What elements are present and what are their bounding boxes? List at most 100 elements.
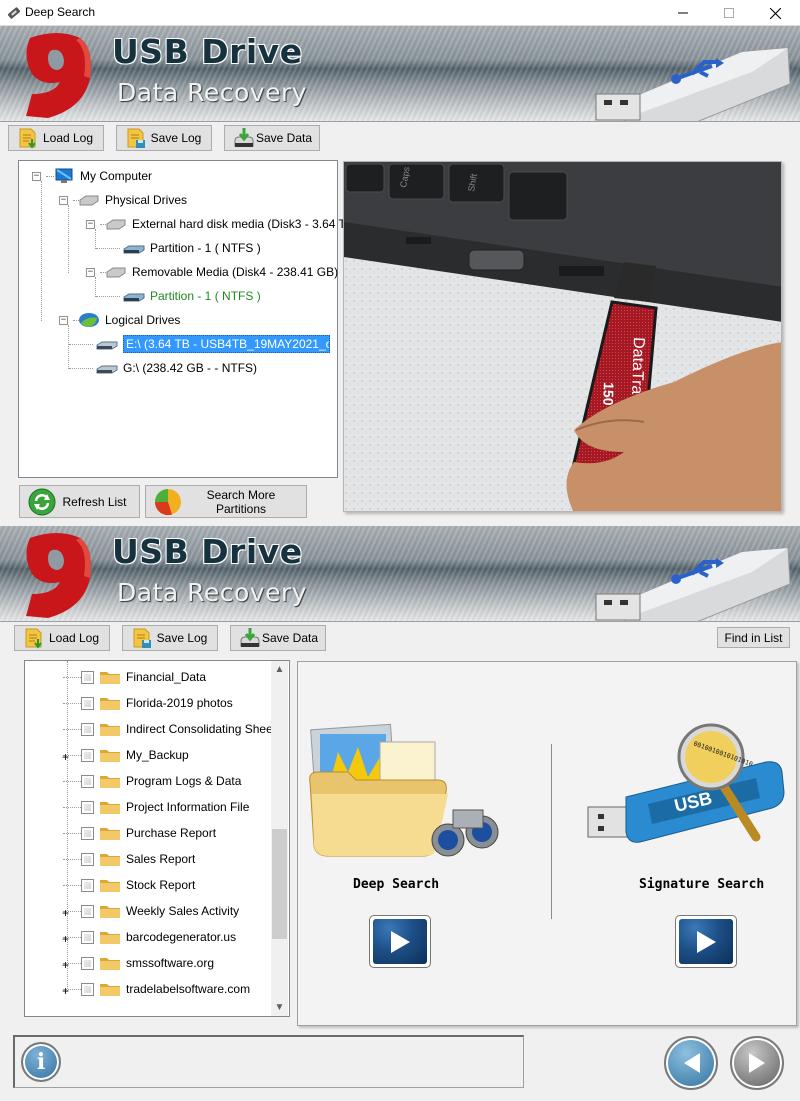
- save-log-button-2[interactable]: Save Log: [122, 625, 218, 651]
- folder-icon: [100, 932, 120, 944]
- save-log-icon: [133, 628, 151, 648]
- drive-icon: [96, 341, 118, 350]
- tree-node-disk4-partition[interactable]: Partition - 1 ( NTFS ): [123, 286, 261, 306]
- drive-tree[interactable]: − My Computer − Physical Drives − Extern…: [18, 160, 358, 478]
- folder-list-item[interactable]: Program Logs & Data: [25, 768, 241, 794]
- info-button[interactable]: i: [21, 1042, 61, 1082]
- tree-node-disk3[interactable]: − External hard disk media (Disk3 - 3.64…: [86, 214, 358, 234]
- logical-drives-icon: [79, 313, 99, 327]
- tree-label: Logical Drives: [105, 313, 181, 327]
- folder-name: Sales Report: [126, 852, 196, 866]
- minimize-icon: [678, 12, 688, 14]
- folder-tree-scrollbar[interactable]: ▲ ▼: [271, 661, 288, 1016]
- scroll-up-icon[interactable]: ▲: [271, 661, 288, 678]
- folder-checkbox[interactable]: [81, 670, 94, 684]
- next-button[interactable]: [730, 1036, 784, 1090]
- find-in-list-button[interactable]: Find in List: [717, 627, 790, 648]
- tree-node-disk3-partition[interactable]: Partition - 1 ( NTFS ): [123, 238, 261, 258]
- folder-name: Florida-2019 photos: [126, 696, 233, 710]
- save-data-label: Save Data: [255, 131, 313, 145]
- folder-icon: [100, 802, 120, 814]
- collapse-toggle[interactable]: −: [59, 315, 68, 325]
- tree-node-my-computer[interactable]: − My Computer: [32, 166, 152, 186]
- divider: [551, 744, 552, 919]
- signature-search-icon: USB 0010010010101010: [587, 723, 785, 843]
- usb-insertion-image: Caps Shift DataTraveler 150: [344, 162, 781, 511]
- folder-list-item[interactable]: + barcodegenerator.us: [25, 924, 236, 950]
- folder-list-item[interactable]: + My_Backup: [25, 742, 189, 768]
- partition-icon: [123, 245, 145, 254]
- scrollbar-thumb[interactable]: [272, 829, 287, 939]
- hard-drive-icon: [106, 219, 126, 230]
- expand-toggle[interactable]: +: [62, 958, 69, 972]
- folder-checkbox[interactable]: [81, 878, 94, 892]
- folder-list-item[interactable]: Sales Report: [25, 846, 195, 872]
- folder-list-item[interactable]: Purchase Report: [25, 820, 216, 846]
- minimize-button[interactable]: [660, 0, 706, 26]
- deep-search-play-button[interactable]: [369, 915, 431, 968]
- folder-list-item[interactable]: Florida-2019 photos: [25, 690, 233, 716]
- drive-icon: [96, 365, 118, 374]
- signature-search-play-button[interactable]: [675, 915, 737, 968]
- folder-checkbox[interactable]: [81, 904, 94, 918]
- folder-icon: [100, 854, 120, 866]
- pie-chart-icon: [154, 488, 181, 515]
- tree-node-physical-drives[interactable]: − Physical Drives: [59, 190, 187, 210]
- tree-node-logical-drives[interactable]: − Logical Drives: [59, 310, 180, 330]
- save-data-button-2[interactable]: Save Data: [230, 625, 326, 651]
- folder-checkbox[interactable]: [81, 696, 94, 710]
- load-log-icon: [25, 628, 42, 649]
- scroll-down-icon[interactable]: ▼: [271, 999, 288, 1016]
- tree-node-disk4[interactable]: − Removable Media (Disk4 - 238.41 GB): [86, 262, 338, 282]
- save-log-button[interactable]: Save Log: [116, 125, 212, 151]
- folder-list-item[interactable]: + smssoftware.org: [25, 950, 214, 976]
- folder-name: Stock Report: [126, 878, 196, 892]
- tree-label: Partition - 1 ( NTFS ): [150, 289, 261, 303]
- maximize-icon: [724, 8, 734, 18]
- expand-toggle[interactable]: +: [62, 906, 69, 920]
- usb-photo: Caps Shift DataTraveler 150: [343, 161, 782, 512]
- folder-name: smssoftware.org: [126, 956, 215, 970]
- load-log-button[interactable]: Load Log: [8, 125, 104, 151]
- folder-checkbox[interactable]: [81, 826, 94, 840]
- tree-label: Removable Media (Disk4 - 238.41 GB): [132, 265, 339, 279]
- tree-node-drive-g[interactable]: G:\ (238.42 GB - - NTFS): [96, 358, 257, 378]
- folder-checkbox[interactable]: [81, 748, 94, 762]
- search-more-partitions-button[interactable]: Search More Partitions: [145, 485, 307, 518]
- banner-bottom: USB Drive Data Recovery: [0, 526, 800, 622]
- collapse-toggle[interactable]: −: [32, 171, 41, 181]
- close-button[interactable]: [752, 0, 798, 26]
- collapse-toggle[interactable]: −: [86, 219, 95, 229]
- next-arrow-icon: [749, 1053, 765, 1073]
- expand-toggle[interactable]: +: [62, 984, 69, 998]
- load-log-icon: [19, 128, 36, 149]
- folder-icon: [100, 750, 120, 762]
- refresh-list-button[interactable]: Refresh List: [19, 485, 140, 518]
- folder-checkbox[interactable]: [81, 852, 94, 866]
- folder-list-item[interactable]: Stock Report: [25, 872, 195, 898]
- save-log-icon: [127, 128, 145, 148]
- folder-checkbox[interactable]: [81, 982, 94, 996]
- folder-checkbox[interactable]: [81, 722, 94, 736]
- folder-checkbox[interactable]: [81, 956, 94, 970]
- folder-list-item[interactable]: Project Information File: [25, 794, 249, 820]
- expand-toggle[interactable]: +: [62, 750, 69, 764]
- folder-checkbox[interactable]: [81, 930, 94, 944]
- folder-list-item[interactable]: + tradelabelsoftware.com: [25, 976, 250, 1002]
- back-button[interactable]: [664, 1036, 718, 1090]
- load-log-button-2[interactable]: Load Log: [14, 625, 110, 651]
- folder-checkbox[interactable]: [81, 800, 94, 814]
- collapse-toggle[interactable]: −: [86, 267, 95, 277]
- folder-list-item[interactable]: Financial_Data: [25, 664, 206, 690]
- folder-list-item[interactable]: Indirect Consolidating Sheet: [25, 716, 276, 742]
- folder-checkbox[interactable]: [81, 774, 94, 788]
- folder-list-item[interactable]: + Weekly Sales Activity: [25, 898, 239, 924]
- save-data-button[interactable]: Save Data: [224, 125, 320, 151]
- banner-top: USB Drive Data Recovery: [0, 26, 800, 122]
- folder-tree[interactable]: Financial_Data Florida-2019 photos Indirec…: [24, 660, 290, 1017]
- folder-icon: [100, 906, 120, 918]
- collapse-toggle[interactable]: −: [59, 195, 68, 205]
- tree-node-drive-e[interactable]: E:\ (3.64 TB - USB4TB_19MAY2021_onwar: [96, 334, 330, 354]
- maximize-button[interactable]: [706, 0, 752, 26]
- expand-toggle[interactable]: +: [62, 932, 69, 946]
